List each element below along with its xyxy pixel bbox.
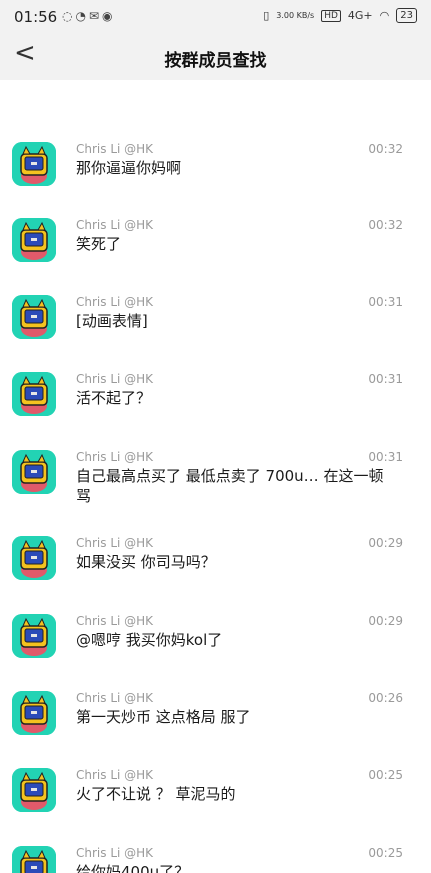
hd-icon: HD <box>321 9 341 22</box>
page-title: 按群成员查找 <box>164 51 267 71</box>
avatar[interactable] <box>12 846 56 873</box>
net-speed: 3.00 KB/s <box>276 11 315 20</box>
sender-name: Chris Li @HK <box>76 691 154 705</box>
message-item[interactable]: Chris Li @HK 00:25 给你妈400u了？ <box>0 836 431 873</box>
message-item[interactable]: Chris Li @HK 00:29 @嗯哼 我买你妈kol了 <box>0 604 431 680</box>
notification-icons: ◌◔✉◉ <box>62 9 116 23</box>
message-text: 那你逼逼你妈啊 <box>76 159 182 177</box>
message-item[interactable]: Chris Li @HK 00:31 活不起了？ <box>0 362 431 438</box>
message-item[interactable]: [图片] <box>0 80 431 86</box>
message-time: 00:31 <box>368 372 403 386</box>
status-bar: 01:56 ◌◔✉◉ ▯ 3.00 KB/s HD 4G+ ◠ 23 <box>0 0 431 34</box>
message-time: 00:26 <box>368 691 403 705</box>
avatar[interactable] <box>12 691 56 735</box>
message-item[interactable]: Chris Li @HK 00:31 自己最高点买了 最低点卖了 700u… 在这一… <box>0 440 431 516</box>
message-text: 第一天炒币 这点格局 服了 <box>76 708 251 726</box>
message-text: 笑死了 <box>76 235 122 253</box>
chat-bubble-icon: ◌ <box>62 9 76 23</box>
message-text: [动画表情] <box>76 312 148 330</box>
wifi-icon: ◠ <box>379 9 390 22</box>
message-time: 00:29 <box>368 536 403 550</box>
app-icon: ◔ <box>75 9 89 23</box>
sender-name: Chris Li @HK <box>76 846 154 860</box>
nav-bar: < 按群成员查找 <box>0 34 431 80</box>
message-text: 如果没买 你司马吗？ <box>76 553 216 571</box>
message-item[interactable]: Chris Li @HK 00:31 [动画表情] <box>0 285 431 361</box>
message-time: 00:32 <box>368 218 403 232</box>
message-time: 00:31 <box>368 450 403 464</box>
message-item[interactable]: Chris Li @HK 00:32 那你逼逼你妈啊 <box>0 132 431 208</box>
message-time: 00:32 <box>368 142 403 156</box>
mail-icon: ✉ <box>88 9 103 23</box>
message-time: 00:31 <box>368 295 403 309</box>
message-item[interactable]: Chris Li @HK 00:26 第一天炒币 这点格局 服了 <box>0 681 431 757</box>
avatar[interactable] <box>12 536 56 580</box>
status-right: ▯ 3.00 KB/s HD 4G+ ◠ 23 <box>263 8 417 23</box>
message-time: 00:29 <box>368 614 403 628</box>
signal-icon: 4G+ <box>347 9 373 22</box>
browser-icon: ◉ <box>102 9 116 23</box>
message-text: 自己最高点买了 最低点卖了 700u… 在这一顿骂 <box>76 467 384 505</box>
avatar[interactable] <box>12 768 56 812</box>
sender-name: Chris Li @HK <box>76 614 154 628</box>
message-time: 00:25 <box>368 768 403 782</box>
message-time: 00:25 <box>368 846 403 860</box>
sender-name: Chris Li @HK <box>76 450 154 464</box>
message-text: 活不起了？ <box>76 389 152 407</box>
avatar[interactable] <box>12 450 56 494</box>
sender-name: Chris Li @HK <box>76 536 154 550</box>
avatar[interactable] <box>12 295 56 339</box>
battery-icon: 23 <box>396 8 417 23</box>
sender-name: Chris Li @HK <box>76 142 154 156</box>
status-time: 01:56 <box>14 8 58 26</box>
message-text: @嗯哼 我买你妈kol了 <box>76 631 223 649</box>
vibrate-icon: ▯ <box>263 9 270 22</box>
avatar[interactable] <box>12 218 56 262</box>
message-text: 给你妈400u了？ <box>76 863 190 873</box>
sender-name: Chris Li @HK <box>76 295 154 309</box>
sender-name: Chris Li @HK <box>76 372 154 386</box>
sender-name: Chris Li @HK <box>76 218 154 232</box>
message-text: 火了不让说 ？ 草泥马的 <box>76 785 236 803</box>
avatar[interactable] <box>12 614 56 658</box>
message-item[interactable]: Chris Li @HK 00:25 火了不让说 ？ 草泥马的 <box>0 758 431 834</box>
avatar[interactable] <box>12 372 56 416</box>
message-item[interactable]: Chris Li @HK 00:32 笑死了 <box>0 208 431 284</box>
message-list[interactable]: [图片]Chris Li @HK00:32那你逼逼你妈啊Chris Li @HK… <box>0 80 431 873</box>
message-item[interactable]: Chris Li @HK 00:29 如果没买 你司马吗？ <box>0 526 431 602</box>
sender-name: Chris Li @HK <box>76 768 154 782</box>
avatar[interactable] <box>12 142 56 186</box>
